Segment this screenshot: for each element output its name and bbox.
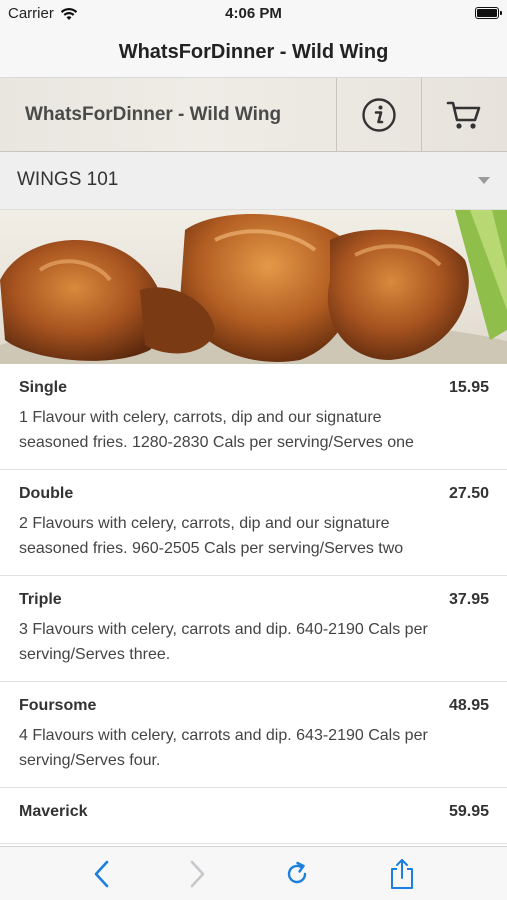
item-description: 4 Flavours with celery, carrots and dip.… [19,727,428,769]
restaurant-title: WhatsForDinner - Wild Wing [25,104,282,125]
item-name: Triple [19,591,62,608]
item-description: 3 Flavours with celery, carrots and dip.… [19,621,428,663]
item-name: Foursome [19,697,97,714]
menu-item-single[interactable]: Single 15.95 1 Flavour with celery, carr… [0,364,507,470]
category-dropdown[interactable]: WINGS 101 [0,152,507,210]
item-name: Maverick [19,803,88,820]
browser-toolbar [0,846,507,900]
item-name: Double [19,485,74,502]
share-icon [391,859,413,889]
chevron-right-icon [190,860,205,888]
menu-item-foursome[interactable]: Foursome 48.95 4 Flavours with celery, c… [0,682,507,788]
page-title: WhatsForDinner - Wild Wing [0,28,507,78]
menu-list: Single 15.95 1 Flavour with celery, carr… [0,364,507,844]
info-button[interactable] [336,78,420,152]
item-name: Single [19,379,68,396]
app-header: WhatsForDinner - Wild Wing [0,78,507,152]
chevron-left-icon [94,860,109,888]
item-price: 27.50 [448,485,489,502]
forward-button[interactable] [180,857,214,891]
menu-item-double[interactable]: Double 27.50 2 Flavours with celery, car… [0,470,507,576]
menu-item-maverick[interactable]: Maverick 59.95 [0,788,507,844]
wings-illustration [0,210,507,364]
caret-down-icon [478,177,490,184]
item-price: 48.95 [448,697,489,714]
category-title: WINGS 101 [17,169,119,190]
cart-button[interactable] [421,78,505,152]
share-button[interactable] [385,857,419,891]
status-time: 4:06 PM [225,5,282,22]
item-description: 2 Flavours with celery, carrots, dip and… [19,515,404,557]
reload-button[interactable] [280,857,314,891]
item-price: 59.95 [448,803,489,820]
status-bar: Carrier 4:06 PM [0,0,507,28]
cart-icon [446,101,480,129]
item-price: 15.95 [448,379,489,396]
battery-icon [475,7,502,19]
item-price: 37.95 [448,591,489,608]
wings-hero-image [0,210,507,364]
reload-icon [287,861,307,884]
item-description: 1 Flavour with celery, carrots, dip and … [19,409,414,451]
menu-item-triple[interactable]: Triple 37.95 3 Flavours with celery, car… [0,576,507,682]
info-icon [361,98,396,132]
back-button[interactable] [85,857,119,891]
